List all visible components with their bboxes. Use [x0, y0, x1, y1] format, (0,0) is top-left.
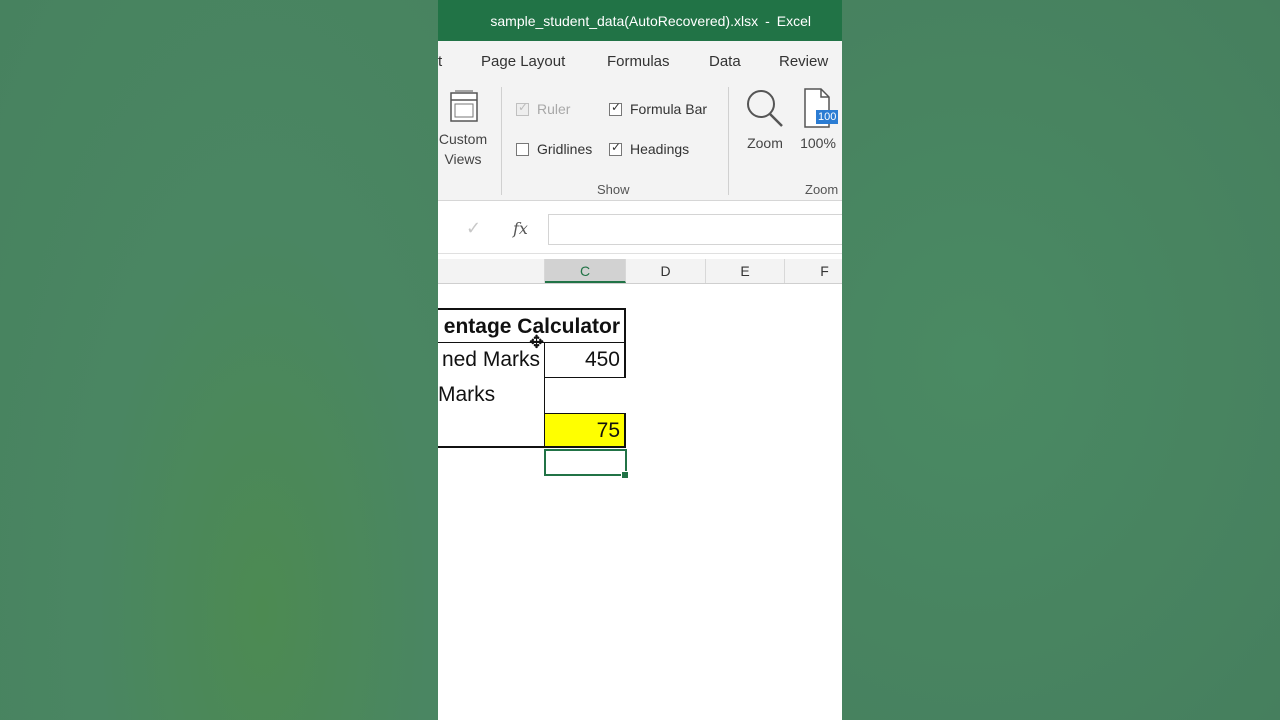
value-cell[interactable]: [545, 378, 626, 413]
value-cell[interactable]: 450: [545, 343, 626, 378]
ruler-label: Ruler: [537, 101, 571, 117]
insert-function-icon[interactable]: fx: [513, 219, 528, 238]
tab-partial[interactable]: t: [438, 53, 442, 70]
custom-views-button[interactable]: Custom Views: [438, 89, 488, 169]
background-left: [0, 0, 438, 720]
fill-handle[interactable]: [621, 471, 629, 479]
ruler-checkbox[interactable]: Ruler: [516, 100, 571, 117]
magnifier-icon: [747, 90, 783, 127]
column-header-partial[interactable]: [438, 259, 545, 283]
custom-views-label-2: Views: [444, 151, 482, 167]
custom-views-icon: [450, 90, 478, 122]
zoom-badge: 100: [816, 110, 839, 124]
headings-label: Headings: [630, 141, 690, 157]
formula-bar-check-icon: [609, 100, 622, 116]
ribbon-separator: [501, 87, 502, 195]
formula-input[interactable]: [548, 214, 842, 245]
custom-views-label-1: Custom: [438, 131, 488, 147]
zoom-100-label: 100%: [800, 135, 836, 151]
formula-bar-checkbox[interactable]: Formula Bar: [609, 100, 708, 117]
zoom-group-label: Zoom: [805, 182, 839, 197]
window-filename: sample_student_data(AutoRecovered).xlsx: [490, 12, 759, 29]
headings-checkbox[interactable]: Headings: [609, 140, 690, 157]
ruler-check-icon: [516, 100, 529, 116]
background-right: [842, 0, 1280, 720]
ribbon-separator: [728, 87, 729, 195]
column-header-e[interactable]: E: [706, 259, 785, 283]
gridlines-checkbox[interactable]: Gridlines: [516, 141, 592, 157]
gridlines-label: Gridlines: [537, 141, 593, 157]
app-name: Excel: [776, 12, 811, 29]
gridlines-check-icon: [516, 142, 529, 156]
title-separator: -: [765, 12, 770, 29]
column-header-c[interactable]: C: [545, 259, 626, 283]
tab-data[interactable]: Data: [709, 53, 741, 70]
formula-bar-buttons: ✓ fx: [438, 214, 545, 246]
percentage-result-cell[interactable]: 75: [545, 413, 626, 448]
title-bar: sample_student_data(AutoRecovered).xlsx …: [438, 0, 842, 41]
show-group-label: Show: [597, 182, 630, 197]
headings-check-icon: [609, 140, 622, 156]
formula-bar-label: Formula Bar: [630, 101, 708, 117]
label-cell[interactable]: Marks: [438, 378, 545, 413]
tab-formulas[interactable]: Formulas: [607, 53, 670, 70]
label-cell[interactable]: [438, 413, 545, 448]
ribbon-view: Custom Views Ruler Formula Bar Gridlines…: [438, 81, 842, 201]
ribbon-tabs: t Page Layout Formulas Data Review: [438, 41, 842, 81]
tab-review[interactable]: Review: [779, 53, 828, 70]
zoom-100-button[interactable]: 100 100%: [796, 87, 840, 153]
column-header-f[interactable]: F: [785, 259, 842, 283]
enter-check-icon[interactable]: ✓: [466, 218, 481, 239]
column-headers: C D E F: [438, 259, 842, 284]
tab-page-layout[interactable]: Page Layout: [481, 53, 565, 70]
worksheet-grid[interactable]: entage Calculator ned Marks 450 Marks 75…: [438, 284, 842, 720]
page-100-icon: 100: [801, 87, 839, 129]
move-cursor-icon: ✥: [529, 332, 545, 352]
formula-bar: ✓ fx: [438, 201, 842, 254]
excel-window: sample_student_data(AutoRecovered).xlsx …: [438, 0, 842, 720]
column-header-d[interactable]: D: [626, 259, 706, 283]
zoom-button[interactable]: Zoom: [740, 87, 790, 153]
selected-cell[interactable]: [544, 449, 627, 476]
zoom-label: Zoom: [747, 135, 783, 151]
